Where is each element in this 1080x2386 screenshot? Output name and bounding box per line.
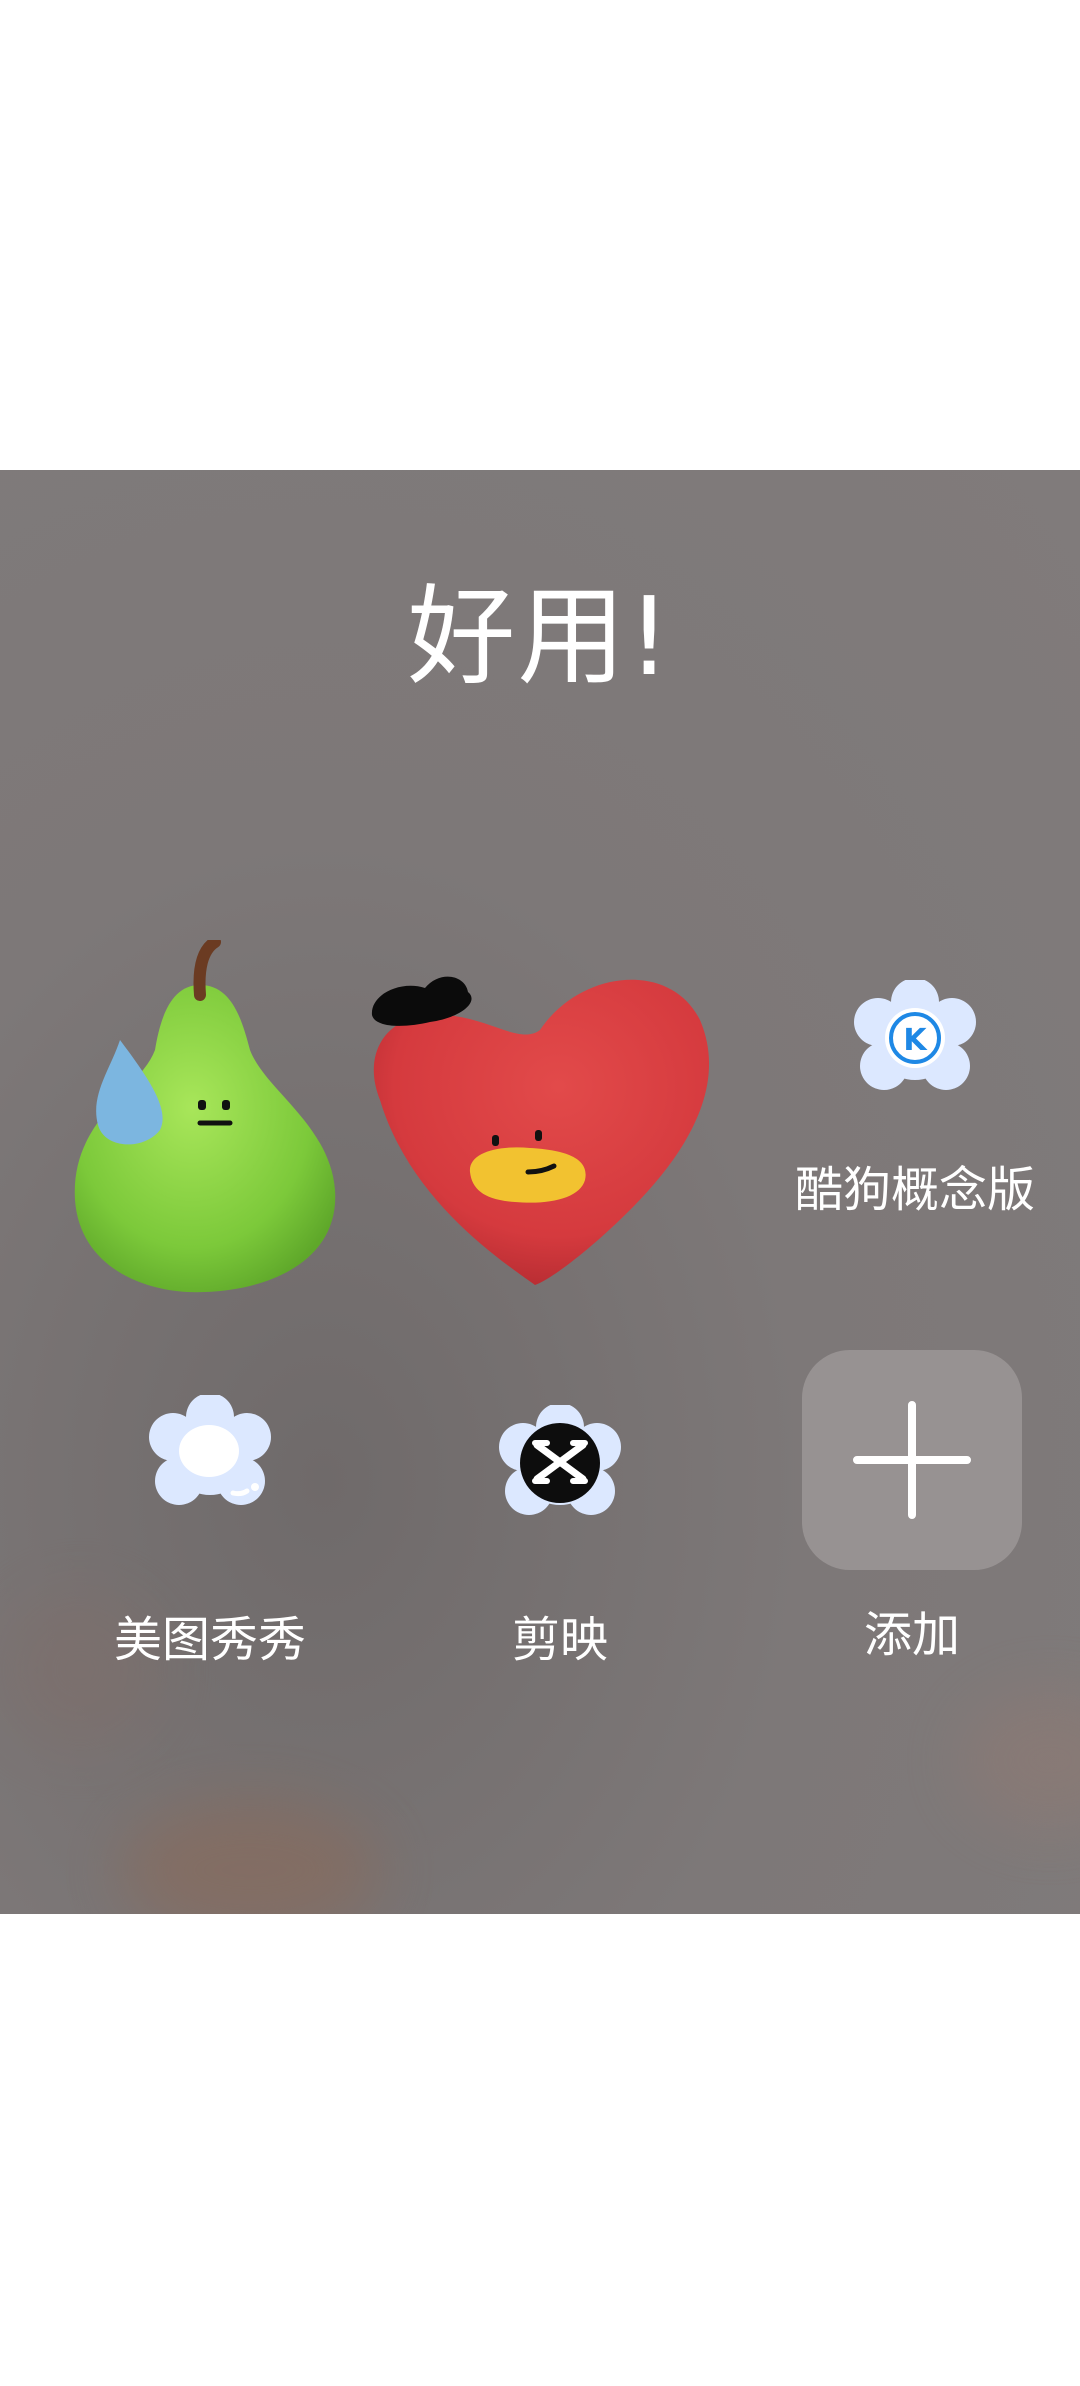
kugou-k-icon[interactable]: K bbox=[850, 978, 980, 1104]
pear-sticker bbox=[50, 936, 350, 1304]
app-label: 酷狗概念版 bbox=[794, 1162, 1035, 1218]
bottom-blank-area bbox=[0, 1914, 1080, 2386]
app-label: 剪映 bbox=[511, 1612, 608, 1668]
background-blur bbox=[120, 1800, 380, 1914]
folder-title[interactable]: 好用! bbox=[0, 550, 1080, 706]
app-capcut[interactable]: 剪映 bbox=[410, 1403, 710, 1668]
top-blank-area bbox=[0, 0, 1080, 470]
capcut-icon[interactable] bbox=[495, 1403, 625, 1529]
app-folder-panel: 好用! K 酷狗概念版 美图秀秀 剪映 添加 bbox=[0, 470, 1080, 1914]
app-kugou-concept[interactable]: K 酷狗概念版 bbox=[765, 978, 1065, 1240]
svg-text:K: K bbox=[903, 1023, 928, 1058]
app-meitu[interactable]: 美图秀秀 bbox=[60, 1393, 360, 1668]
app-label: 添加 bbox=[863, 1607, 960, 1663]
app-label: 美图秀秀 bbox=[113, 1612, 306, 1668]
plus-icon bbox=[853, 1401, 971, 1519]
heart-sticker bbox=[350, 960, 720, 1294]
app-add[interactable]: 添加 bbox=[762, 1350, 1062, 1663]
background-blur bbox=[960, 1690, 1080, 1830]
meitu-flower-icon[interactable] bbox=[145, 1393, 275, 1519]
add-tile[interactable] bbox=[802, 1350, 1022, 1570]
